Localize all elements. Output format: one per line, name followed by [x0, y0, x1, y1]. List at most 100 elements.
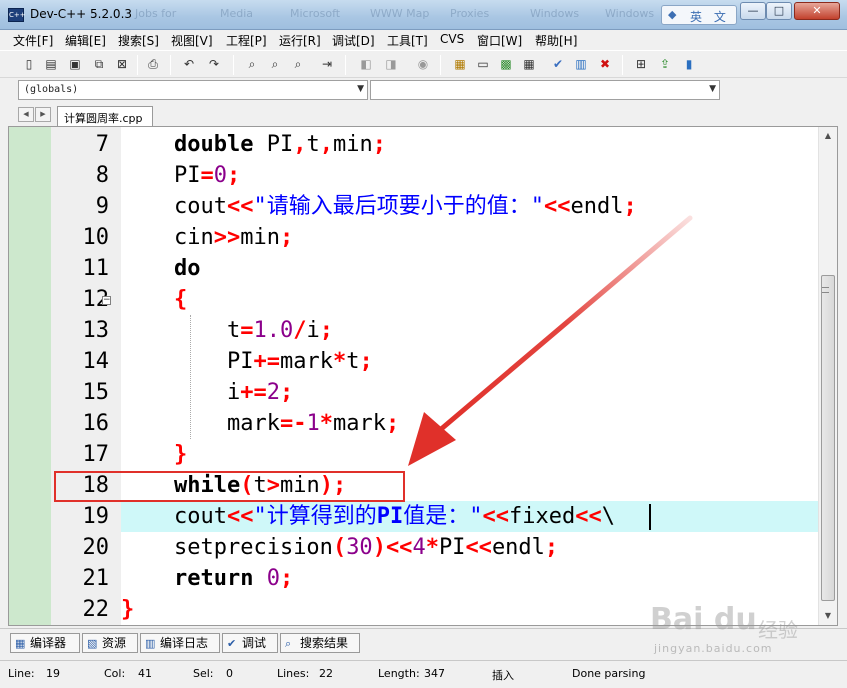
find-next-icon[interactable]: ⌕ [289, 55, 307, 73]
goto-line-icon[interactable]: ⇥ [318, 55, 336, 73]
export-icon[interactable]: ⇪ [656, 55, 674, 73]
toolbar-separator [345, 55, 346, 75]
tiles-icon[interactable]: ▦ [520, 55, 538, 73]
print-icon[interactable]: ⎙ [144, 55, 162, 73]
toolbar-separator [440, 55, 441, 75]
vertical-scrollbar[interactable]: ▲ ▼ [818, 127, 837, 625]
save-icon[interactable]: ▣ [66, 55, 84, 73]
menu-help[interactable]: 帮助[H] [535, 32, 577, 49]
status-insert-mode: 插入 [492, 669, 514, 682]
code-area[interactable]: double PI,t,min; PI=0; cout<<"请输入最后项要小于的… [121, 127, 818, 625]
code-line-14: PI+=mark*t; [226, 349, 373, 374]
menu-cvs[interactable]: CVS [440, 32, 464, 46]
code-line-19-active: cout<<"计算得到的PI值是："<<fixed<<\ [121, 501, 818, 532]
line-number: 10 [82, 225, 110, 250]
line-number: 14 [82, 349, 110, 374]
menu-project[interactable]: 工程[P] [226, 32, 267, 49]
background-window-title: Windows [605, 7, 655, 20]
editor-tab-strip: ◀ ▶ 计算圆周率.cpp [0, 104, 847, 127]
status-sel-value: 0 [226, 667, 233, 680]
add-icon[interactable]: ⊞ [632, 55, 650, 73]
code-line-15: i+=2; [226, 380, 294, 405]
tab-debug[interactable]: ✔ 调试 [222, 633, 278, 653]
member-select[interactable]: ▼ [370, 80, 720, 100]
minimize-button[interactable]: — [740, 2, 766, 20]
redo-icon[interactable]: ↷ [205, 55, 223, 73]
scroll-down-icon[interactable]: ▼ [820, 608, 836, 624]
compile-run-icon[interactable]: ◉ [414, 55, 432, 73]
menu-run[interactable]: 运行[R] [279, 32, 321, 49]
menu-file[interactable]: 文件[F] [13, 32, 53, 49]
find-icon[interactable]: ⌕ [243, 55, 261, 73]
scroll-up-icon[interactable]: ▲ [820, 128, 836, 144]
debug-icon: ✔ [227, 637, 237, 650]
line-number: 21 [82, 566, 110, 591]
maximize-button[interactable]: □ [766, 2, 792, 20]
chevron-down-icon: ▼ [357, 84, 364, 94]
scope-select[interactable]: (globals) ▼ [18, 80, 368, 100]
background-window-title: Proxies [450, 7, 490, 20]
class-icon[interactable]: ▭ [474, 55, 492, 73]
menu-window[interactable]: 窗口[W] [477, 32, 522, 49]
replace-icon[interactable]: ⌕ [266, 55, 284, 73]
new-file-icon[interactable]: ▯ [20, 55, 38, 73]
bookmark-icon[interactable]: ▮ [680, 55, 698, 73]
menu-debug[interactable]: 调试[D] [332, 32, 375, 49]
background-window-title: Jobs for [135, 7, 177, 20]
compile-icon[interactable]: ◧ [357, 55, 375, 73]
close-button[interactable]: ✕ [794, 2, 840, 20]
tab-file[interactable]: 计算圆周率.cpp [57, 106, 153, 127]
code-editor[interactable]: 7 8 9 10 11 12 13 14 15 16 17 18 19 20 2… [8, 126, 838, 626]
check-icon[interactable]: ✔ [549, 55, 567, 73]
chart-icon[interactable]: ▥ [572, 55, 590, 73]
code-line-8: PI=0; [173, 163, 241, 188]
title-bar: C++ Dev-C++ 5.2.0.3 Jobs for Media Micro… [0, 0, 847, 30]
menu-view[interactable]: 视图[V] [171, 32, 213, 49]
save-all-icon[interactable]: ⧉ [90, 55, 108, 73]
code-line-17: } [173, 442, 188, 467]
tab-scroll-left-icon[interactable]: ◀ [18, 107, 34, 122]
tab-resources[interactable]: ▧ 资源 [82, 633, 138, 653]
tab-scroll-right-icon[interactable]: ▶ [35, 107, 51, 122]
line-number: 16 [82, 411, 110, 436]
fold-collapse-icon[interactable]: − [102, 296, 111, 305]
close-file-icon[interactable]: ⊠ [113, 55, 131, 73]
undo-icon[interactable]: ↶ [180, 55, 198, 73]
tab-label: 调试 [242, 636, 267, 650]
menu-tools[interactable]: 工具[T] [387, 32, 428, 49]
toolbar-separator [170, 55, 171, 75]
line-number: 7 [95, 132, 109, 157]
tab-search-results[interactable]: ⌕ 搜索结果 [280, 633, 360, 653]
scope-value: (globals) [24, 84, 79, 95]
class-browser-bar: (globals) ▼ ▼ [0, 78, 847, 104]
scrollbar-thumb[interactable] [821, 275, 835, 601]
status-col-value: 41 [138, 667, 152, 680]
code-line-12: { [173, 287, 188, 312]
delete-icon[interactable]: ✖ [596, 55, 614, 73]
background-window-title: Microsoft [290, 7, 341, 20]
status-lines-value: 22 [319, 667, 333, 680]
code-line-9: cout<<"请输入最后项要小于的值："<<endl; [173, 194, 637, 219]
tab-compiler[interactable]: ▦ 编译器 [10, 633, 80, 653]
code-line-11: do [173, 256, 201, 281]
run-icon[interactable]: ◨ [382, 55, 400, 73]
resources-icon: ▧ [87, 637, 98, 650]
tab-compile-log[interactable]: ▥ 编译日志 [140, 633, 220, 653]
baidu-watermark: Bai du 经验 jingyan.baidu.com [650, 602, 820, 662]
code-line-21: return 0; [173, 566, 294, 591]
watermark-url: jingyan.baidu.com [654, 642, 773, 655]
grid-icon[interactable]: ▩ [497, 55, 515, 73]
ime-language-indicator[interactable]: ◆ 英 文 [661, 5, 737, 25]
background-window-title: WWW Map [370, 7, 430, 20]
menu-edit[interactable]: 编辑[E] [65, 32, 106, 49]
breakpoint-gutter[interactable] [9, 127, 51, 625]
open-file-icon[interactable]: ▤ [42, 55, 60, 73]
toolbar-separator [233, 55, 234, 75]
compiler-icon: ▦ [15, 637, 26, 650]
status-lines-label: Lines: [277, 667, 310, 680]
menu-search[interactable]: 搜索[S] [118, 32, 159, 49]
project-icon[interactable]: ▦ [451, 55, 469, 73]
status-length-value: 347 [424, 667, 445, 680]
status-bar: Line: 19 Col: 41 Sel: 0 Lines: 22 Length… [0, 660, 847, 688]
code-line-20: setprecision(30)<<4*PI<<endl; [173, 535, 559, 560]
